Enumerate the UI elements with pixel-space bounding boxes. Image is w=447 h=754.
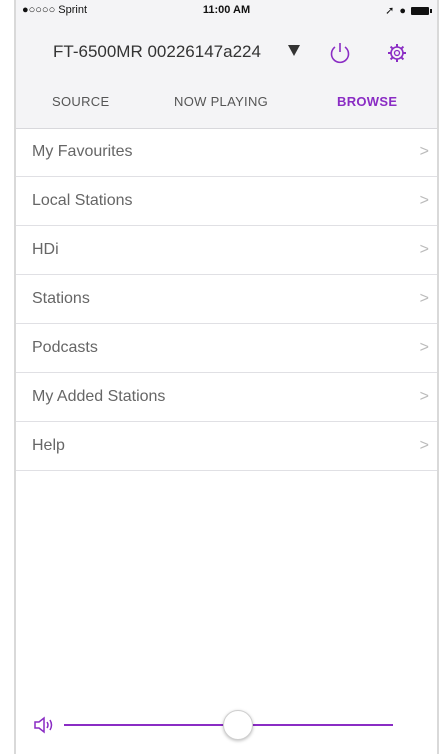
menu-item-label: HDi [32, 241, 59, 258]
status-time: 11:00 AM [202, 4, 251, 16]
menu-item-label: Stations [32, 290, 90, 307]
tab-source[interactable]: SOURCE [52, 94, 109, 109]
alarm-icon: ● [399, 4, 406, 17]
device-frame-right [437, 0, 439, 754]
battery-icon [411, 6, 432, 15]
chevron-right-icon: > [419, 290, 429, 307]
device-selector-row: FT-6500MR 00226147a224 [16, 34, 437, 70]
chevron-right-icon: > [419, 437, 429, 454]
tab-bar: SOURCE NOW PLAYING BROWSE [16, 88, 437, 118]
chevron-right-icon: > [419, 388, 429, 405]
device-name[interactable]: FT-6500MR 00226147a224 [53, 42, 261, 62]
menu-item-label: Local Stations [32, 192, 133, 209]
tab-browse[interactable]: BROWSE [337, 94, 397, 109]
chevron-right-icon: > [419, 143, 429, 160]
menu-item-hdi[interactable]: HDi > [16, 226, 437, 275]
app-screen: ●○○○○ Sprint 11:00 AM ➚ ● FT-6500MR 0022… [0, 0, 447, 754]
menu-item-my-added-stations[interactable]: My Added Stations > [16, 373, 437, 422]
power-icon[interactable] [327, 40, 353, 71]
menu-item-help[interactable]: Help > [16, 422, 437, 471]
menu-item-stations[interactable]: Stations > [16, 275, 437, 324]
volume-slider-thumb[interactable] [223, 710, 254, 740]
location-icon: ➚ [385, 5, 395, 17]
menu-item-my-favourites[interactable]: My Favourites > [16, 128, 437, 177]
menu-item-label: Podcasts [32, 339, 98, 356]
menu-item-local-stations[interactable]: Local Stations > [16, 177, 437, 226]
gear-icon[interactable] [386, 42, 408, 69]
chevron-right-icon: > [419, 192, 429, 209]
dropdown-arrow-icon[interactable] [288, 45, 300, 56]
menu-item-label: My Favourites [32, 143, 133, 160]
volume-control [16, 706, 437, 746]
speaker-icon[interactable] [32, 714, 56, 741]
tab-now-playing[interactable]: NOW PLAYING [174, 94, 268, 109]
browse-menu: My Favourites > Local Stations > HDi > S… [16, 128, 437, 471]
menu-item-label: My Added Stations [32, 388, 166, 405]
top-bar: ●○○○○ Sprint 11:00 AM ➚ ● FT-6500MR 0022… [16, 0, 437, 129]
chevron-right-icon: > [419, 339, 429, 356]
status-bar: ●○○○○ Sprint 11:00 AM ➚ ● [16, 0, 437, 22]
menu-item-podcasts[interactable]: Podcasts > [16, 324, 437, 373]
status-right: ➚ ● [385, 4, 432, 17]
menu-item-label: Help [32, 437, 65, 454]
chevron-right-icon: > [419, 241, 429, 258]
